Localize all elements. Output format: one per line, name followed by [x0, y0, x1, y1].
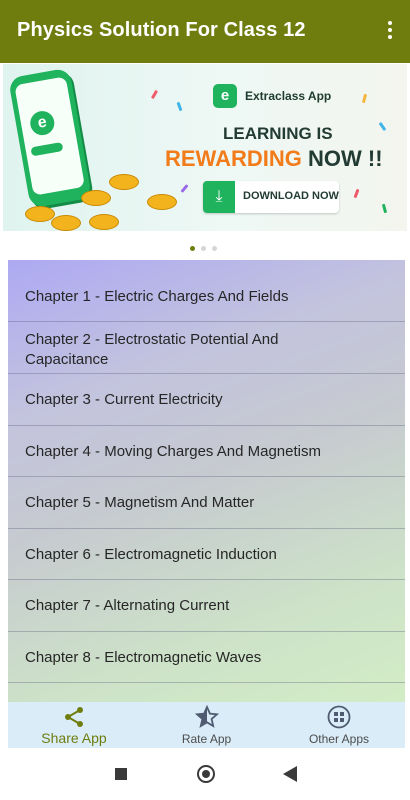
pager-dot-3[interactable] — [212, 246, 217, 251]
recents-icon[interactable] — [115, 768, 127, 780]
extraclass-logo-icon: e — [213, 84, 237, 108]
banner-headline-2: REWARDING NOW !! — [165, 146, 383, 171]
coin-icon — [25, 206, 55, 222]
banner-pager-dots — [190, 238, 224, 251]
download-now-button[interactable]: ⤓ DOWNLOAD NOW — [203, 181, 339, 213]
banner-headline-1: LEARNING IS — [223, 124, 333, 143]
chapter-row-1[interactable]: Chapter 1 - Electric Charges And Fields — [8, 260, 405, 322]
overflow-menu-icon[interactable] — [380, 18, 400, 46]
grid-icon — [327, 705, 351, 729]
nav-other-apps[interactable]: Other Apps — [273, 702, 405, 748]
home-icon[interactable] — [197, 765, 215, 783]
pager-dot-2[interactable] — [201, 246, 206, 251]
chapter-row-3[interactable]: Chapter 3 - Current Electricity — [8, 374, 405, 426]
chapter-row-6[interactable]: Chapter 6 - Electromagnetic Induction — [8, 529, 405, 580]
nav-share-app[interactable]: Share App — [8, 702, 140, 748]
coin-icon — [81, 190, 111, 206]
download-icon: ⤓ — [203, 181, 235, 213]
share-icon — [65, 707, 83, 727]
chapter-row-7[interactable]: Chapter 7 - Alternating Current — [8, 580, 405, 632]
star-icon — [194, 705, 219, 728]
banner-brand: e Extraclass App — [213, 84, 333, 110]
back-icon[interactable] — [283, 766, 297, 782]
coin-icon — [109, 174, 139, 190]
system-nav-bar — [0, 748, 410, 800]
promo-banner[interactable]: e e Extraclass App LEARNING IS REWARDING… — [3, 64, 407, 231]
bottom-nav: Share App Rate App Other Apps — [8, 702, 405, 748]
pager-dot-1[interactable] — [190, 246, 195, 251]
coin-icon — [147, 194, 177, 210]
app-title: Physics Solution For Class 12 — [17, 19, 306, 41]
chapter-row-4[interactable]: Chapter 4 - Moving Charges And Magnetism — [8, 426, 405, 477]
coin-icon — [89, 214, 119, 230]
phone-illustration: e — [8, 67, 92, 209]
coin-icon — [51, 215, 81, 231]
nav-rate-app[interactable]: Rate App — [140, 702, 273, 748]
chapter-row-8[interactable]: Chapter 8 - Electromagnetic Waves — [8, 632, 405, 683]
app-bar: Physics Solution For Class 12 — [0, 0, 410, 63]
chapter-row-5[interactable]: Chapter 5 - Magnetism And Matter — [8, 477, 405, 529]
chapter-list[interactable]: Chapter 1 - Electric Charges And Fields … — [8, 260, 405, 747]
chapter-row-2[interactable]: Chapter 2 - Electrostatic Potential And … — [8, 322, 405, 374]
